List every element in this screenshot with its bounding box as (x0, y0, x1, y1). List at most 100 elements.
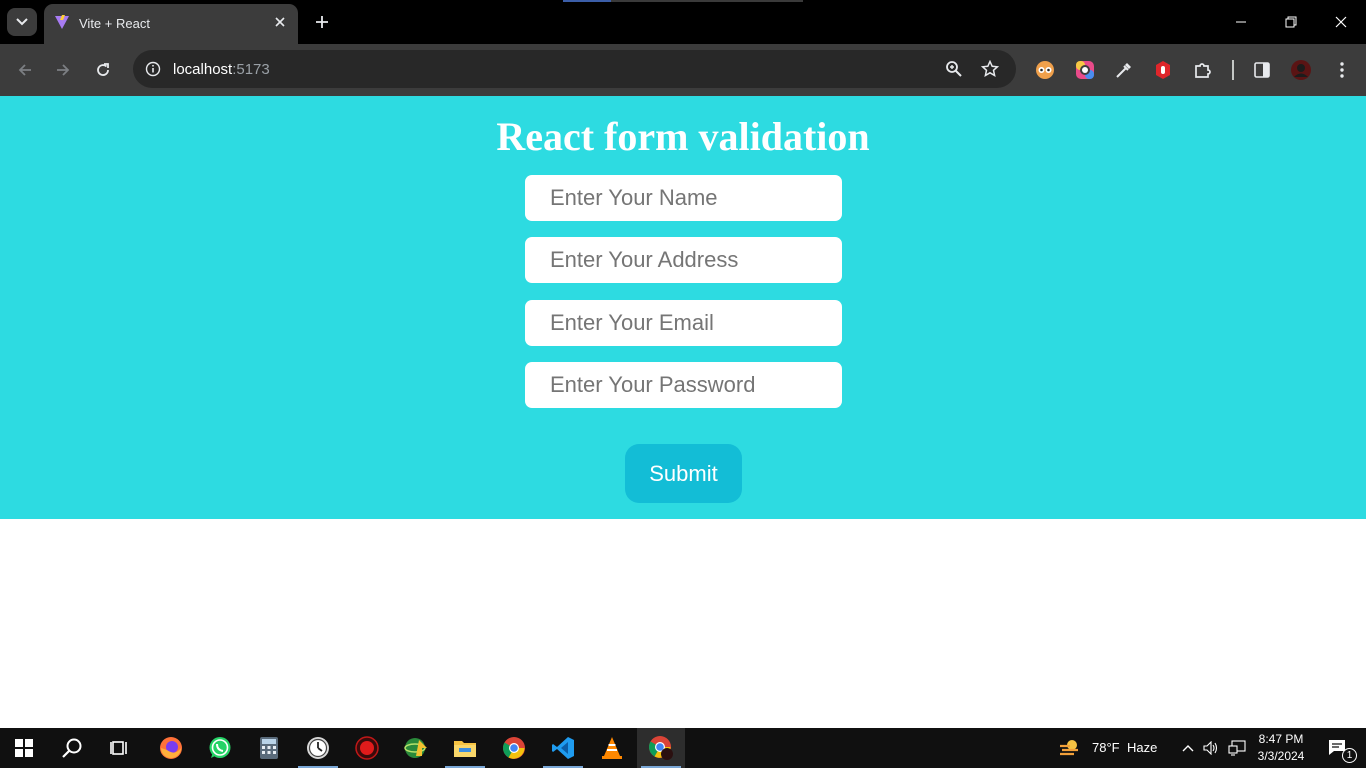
minimize-button[interactable] (1226, 8, 1256, 36)
windows-taskbar: 78°F Haze 8:47 PM 3/3/2024 1 (0, 728, 1366, 768)
chrome-menu-button[interactable] (1331, 59, 1353, 81)
extensions-menu-button[interactable] (1192, 59, 1214, 81)
taskbar-whatsapp[interactable] (196, 728, 244, 768)
tab-vite-react[interactable]: Vite + React (44, 4, 298, 44)
back-button[interactable] (11, 56, 39, 84)
profile-button[interactable] (1290, 59, 1312, 81)
close-icon (275, 17, 285, 27)
calculator-icon (260, 737, 278, 759)
volume-button[interactable] (1200, 728, 1222, 768)
volume-icon (1203, 741, 1218, 755)
search-icon (62, 738, 82, 758)
form-container: React form validation Submit (0, 96, 1366, 519)
taskbar-internet-download-manager[interactable] (392, 728, 440, 768)
taskbar-calculator[interactable] (245, 728, 293, 768)
forward-button[interactable] (49, 56, 77, 84)
extension-blocker[interactable] (1152, 59, 1174, 81)
address-input[interactable] (525, 237, 842, 283)
restore-icon (1285, 16, 1297, 28)
chrome-profile-icon (649, 736, 673, 760)
restore-button[interactable] (1276, 8, 1306, 36)
clock-time: 8:47 PM (1258, 732, 1304, 746)
page-title: React form validation (496, 114, 870, 159)
notification-count-badge: 1 (1342, 748, 1357, 763)
reload-icon (97, 63, 109, 76)
url-port: :5173 (232, 61, 270, 78)
network-icon (1228, 740, 1246, 756)
name-input[interactable] (525, 175, 842, 221)
address-bar[interactable]: localhost:5173 (133, 50, 1016, 88)
arrow-right-icon (57, 64, 70, 76)
zoom-button[interactable] (944, 59, 964, 79)
chevron-down-icon (16, 18, 28, 26)
taskbar-recorder[interactable] (343, 728, 391, 768)
taskbar-clock-app[interactable] (294, 728, 342, 768)
email-input[interactable] (525, 300, 842, 346)
taskbar-search-button[interactable] (48, 728, 96, 768)
close-icon (1335, 16, 1347, 28)
url-text: localhost:5173 (173, 61, 270, 78)
side-panel-icon (1254, 62, 1270, 78)
side-panel-button[interactable] (1251, 59, 1273, 81)
task-view-icon (110, 741, 127, 755)
new-tab-button[interactable] (310, 10, 334, 34)
info-icon (145, 61, 161, 77)
avatar-icon (1291, 60, 1311, 80)
show-hidden-icons-button[interactable] (1177, 728, 1199, 768)
tab-search-button[interactable] (7, 8, 37, 36)
record-icon (355, 736, 379, 760)
notification-center-button[interactable]: 1 (1318, 728, 1358, 768)
weather-condition[interactable]: Haze (1127, 740, 1157, 755)
puzzle-icon (1195, 63, 1211, 78)
start-icon (15, 739, 33, 757)
taskbar-vlc[interactable] (588, 728, 636, 768)
bookmark-button[interactable] (980, 59, 1000, 79)
tab-title: Vite + React (79, 16, 150, 31)
weather-widget[interactable] (1050, 728, 1090, 768)
taskbar-chrome[interactable] (490, 728, 538, 768)
tab-scroll-indicator (563, 0, 803, 2)
taskbar-firefox[interactable] (147, 728, 195, 768)
tab-close-button[interactable] (272, 14, 288, 30)
taskbar-file-explorer[interactable] (441, 728, 489, 768)
zoom-icon (946, 61, 962, 77)
clock-date: 3/3/2024 (1257, 749, 1305, 763)
weather-temperature[interactable]: 78°F (1092, 740, 1120, 755)
reload-button[interactable] (89, 56, 117, 84)
browser-toolbar: localhost:5173 (0, 44, 1366, 96)
vite-logo-icon (55, 15, 69, 29)
extension-eyedropper[interactable] (1113, 59, 1135, 81)
clock-app-icon (307, 737, 329, 759)
eyedropper-icon (1116, 63, 1131, 78)
arrow-left-icon (18, 64, 31, 76)
minimize-icon (1236, 21, 1246, 23)
task-view-button[interactable] (96, 728, 144, 768)
color-picker-extension-icon (1076, 61, 1094, 79)
taskbar-clock[interactable]: 8:47 PM 3/3/2024 (1256, 731, 1306, 765)
start-button[interactable] (0, 728, 48, 768)
plus-icon (316, 16, 328, 28)
taskbar-vscode[interactable] (539, 728, 587, 768)
internet-download-icon (404, 738, 427, 758)
url-host: localhost (173, 61, 233, 78)
hand-stop-icon (1156, 61, 1170, 79)
password-input[interactable] (525, 362, 842, 408)
more-vertical-icon (1340, 62, 1344, 78)
star-icon (981, 60, 999, 78)
firefox-icon (160, 737, 182, 759)
browser-tabstrip: Vite + React (0, 0, 1366, 44)
network-button[interactable] (1225, 728, 1249, 768)
chevron-up-icon (1182, 745, 1194, 752)
vscode-icon (552, 737, 574, 759)
file-explorer-icon (454, 741, 476, 757)
taskbar-chrome-profile[interactable] (637, 728, 685, 768)
page-viewport: React form validation Submit (0, 96, 1366, 728)
site-info-button[interactable] (141, 57, 165, 81)
whatsapp-icon (209, 737, 231, 758)
chrome-icon (503, 737, 525, 759)
haze-weather-icon (1060, 740, 1078, 756)
extension-owl[interactable] (1034, 59, 1056, 81)
submit-button[interactable]: Submit (625, 444, 742, 503)
extension-color[interactable] (1074, 59, 1096, 81)
close-window-button[interactable] (1326, 8, 1356, 36)
